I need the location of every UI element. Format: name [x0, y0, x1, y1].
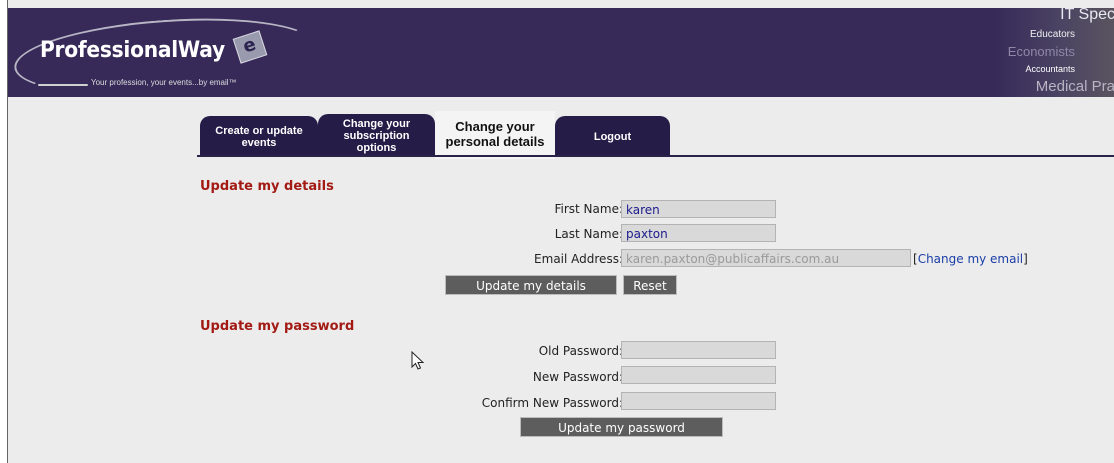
tab-label: Change your subscription options: [342, 117, 411, 154]
bracket-close: ]: [1023, 252, 1028, 266]
reset-button[interactable]: Reset: [623, 275, 677, 295]
last-name-label: Last Name:: [554, 227, 623, 241]
first-name-label: First Name:: [554, 202, 623, 216]
first-name-input[interactable]: karen: [621, 200, 776, 218]
tab-label: Logout: [593, 130, 632, 143]
last-name-input[interactable]: paxton: [621, 224, 776, 242]
tab-bar: Create or update events Change your subs…: [8, 97, 1114, 159]
new-password-input[interactable]: [621, 366, 776, 384]
confirm-password-input[interactable]: [621, 392, 776, 410]
confirm-password-label: Confirm New Password:: [481, 396, 623, 410]
header-promo-banner: IT Spec Educators Economists Accountants…: [995, 8, 1114, 97]
update-details-button[interactable]: Update my details: [445, 275, 617, 295]
tab-logout[interactable]: Logout: [555, 116, 670, 157]
email-label: Email Address:: [534, 252, 623, 266]
page-frame: ProfessionalWay e Your profession, your …: [7, 0, 1114, 463]
tab-label: Create or update events: [215, 124, 303, 149]
logo-text[interactable]: ProfessionalWay: [40, 38, 225, 63]
tab-personal-details[interactable]: Change your personal details: [435, 111, 555, 159]
site-header: ProfessionalWay e Your profession, your …: [8, 8, 1114, 97]
promo-word-accountants: Accountants: [1025, 64, 1075, 74]
old-password-label: Old Password:: [538, 344, 623, 358]
email-field: karen.paxton@publicaffairs.com.au: [621, 249, 911, 267]
password-section-title: Update my password: [200, 319, 355, 334]
promo-word-it: IT Spec: [1060, 8, 1114, 23]
promo-word-educators: Educators: [1029, 29, 1075, 40]
tagline: Your profession, your events...by email™: [91, 78, 237, 87]
old-password-input[interactable]: [621, 341, 776, 359]
new-password-label: New Password:: [532, 370, 623, 384]
mouse-pointer-icon: [411, 351, 425, 370]
promo-word-economists: Economists: [1007, 44, 1075, 59]
tab-subscription-options[interactable]: Change your subscription options: [318, 114, 435, 157]
change-email-link-wrapper: [Change my email]: [913, 252, 1028, 266]
update-password-button[interactable]: Update my password: [520, 417, 723, 437]
details-section-title: Update my details: [200, 179, 334, 194]
tagline-swoosh: [38, 84, 88, 86]
tab-underline: [197, 155, 1114, 157]
tab-create-events[interactable]: Create or update events: [200, 116, 318, 157]
promo-word-medical: Medical Pra: [1035, 78, 1114, 95]
change-email-link[interactable]: Change my email: [918, 252, 1023, 266]
tab-label: Change your personal details: [445, 119, 545, 149]
